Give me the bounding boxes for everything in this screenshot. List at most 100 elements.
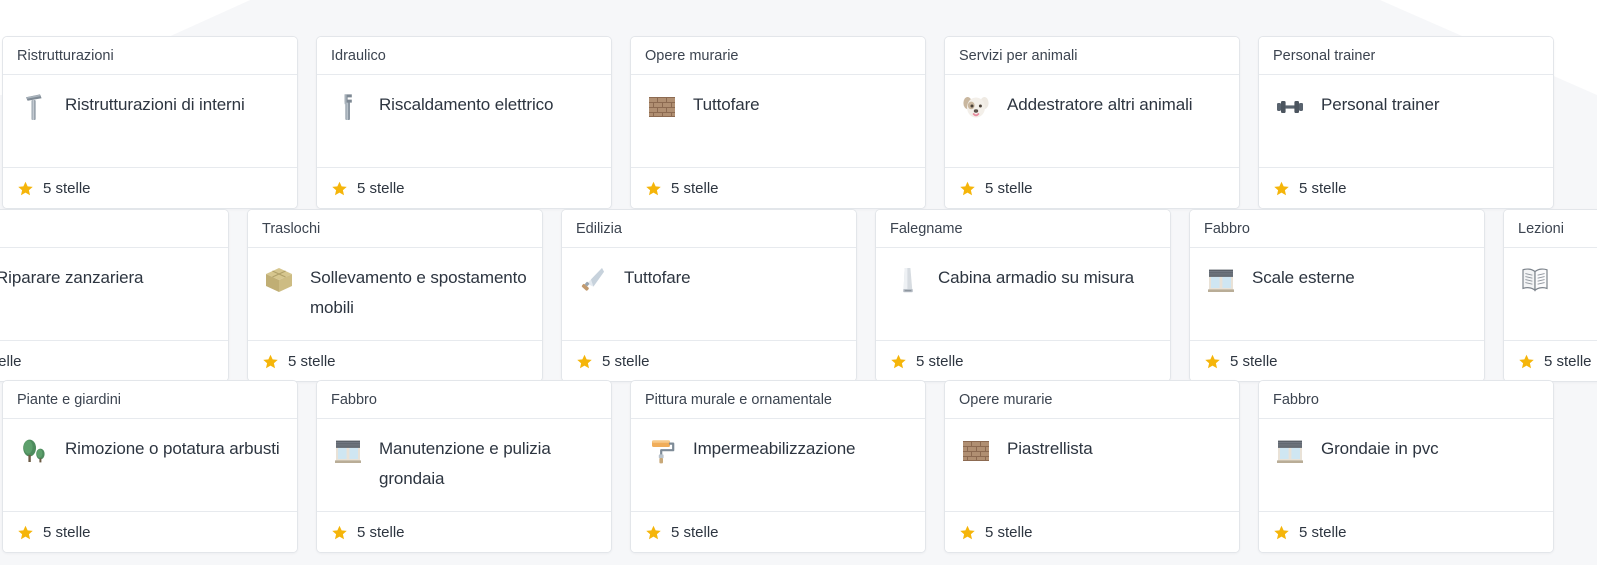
service-row-1[interactable]: Riparare zanzariera 5 stelle Traslochi Soll… — [0, 209, 1597, 382]
card-body: Grondaie in pvc — [1259, 419, 1553, 512]
service-card[interactable]: Pittura murale e ornamentale Impermeabili… — [630, 380, 926, 553]
star-icon — [331, 180, 348, 197]
card-rating-footer: 5 stelle — [631, 512, 925, 552]
card-rating-footer: 5 stelle — [317, 168, 611, 208]
card-category-label: Lezioni — [1518, 220, 1564, 237]
card-rating-label: 5 stelle — [1544, 352, 1592, 370]
service-card[interactable]: Fabbro Scale esterne 5 stelle — [1189, 209, 1485, 382]
service-card[interactable]: Riparare zanzariera 5 stelle — [0, 209, 229, 382]
card-rating-footer: 5 stelle — [945, 512, 1239, 552]
service-row-2[interactable]: Piante e giardini Rimozione o potatura ar… — [2, 380, 1554, 553]
service-card[interactable]: Idraulico Riscaldamento elettrico 5 stelle — [316, 36, 612, 209]
card-rating-footer: 5 stelle — [1504, 341, 1597, 381]
card-category-label: Traslochi — [262, 220, 321, 237]
card-service-title: Tuttofare — [693, 95, 760, 114]
star-icon — [17, 524, 34, 541]
card-service-title: Ristrutturazioni di interni — [65, 95, 245, 114]
card-service-title: Riparare zanzariera — [0, 268, 144, 287]
card-service-title: Addestratore altri animali — [1007, 95, 1193, 114]
card-category-label: Falegname — [890, 220, 963, 237]
card-rating-footer: 5 stelle — [3, 168, 297, 208]
card-category-header: Fabbro — [1259, 381, 1553, 419]
card-rating-label: 5 stelle — [602, 352, 650, 370]
card-body: Tuttofare — [631, 75, 925, 168]
open-book-icon — [1518, 263, 1552, 297]
star-icon — [17, 180, 34, 197]
star-icon — [331, 524, 348, 541]
card-rating-footer: 5 stelle — [562, 341, 856, 381]
service-row-0[interactable]: Ristrutturazioni Ristrutturazioni di inte… — [2, 36, 1554, 209]
card-rating-footer: 5 stelle — [631, 168, 925, 208]
window-shutter-icon — [1204, 263, 1238, 297]
card-service-title: Rimozione o potatura arbusti — [65, 439, 280, 458]
card-service-title: Tuttofare — [624, 268, 691, 287]
service-card[interactable]: Servizi per animali Addestratore altri an… — [944, 36, 1240, 209]
card-category-header: Opere murarie — [945, 381, 1239, 419]
card-rating-label: 5 stelle — [0, 352, 22, 370]
card-category-header: Fabbro — [317, 381, 611, 419]
service-card[interactable]: Ristrutturazioni Ristrutturazioni di inte… — [2, 36, 298, 209]
card-rating-label: 5 stelle — [985, 523, 1033, 541]
card-category-label: Idraulico — [331, 47, 386, 64]
card-category-label: Piante e giardini — [17, 391, 121, 408]
card-category-label: Edilizia — [576, 220, 622, 237]
service-card[interactable]: Traslochi Sollevamento e spostamento mobi… — [247, 209, 543, 382]
service-card[interactable]: Opere murarie Piastrellista 5 stelle — [944, 380, 1240, 553]
star-icon — [1273, 180, 1290, 197]
card-service-title: Cabina armadio su misura — [938, 268, 1135, 287]
card-service-title: Personal trainer — [1321, 95, 1440, 114]
card-service-title: Scale esterne — [1252, 268, 1355, 287]
card-category-header: Falegname — [876, 210, 1170, 248]
card-category-header: Servizi per animali — [945, 37, 1239, 75]
card-category-label: Fabbro — [331, 391, 377, 408]
card-category-label: Fabbro — [1204, 220, 1250, 237]
service-card[interactable]: Personal trainer Personal trainer 5 stelle — [1258, 36, 1554, 209]
star-icon — [576, 353, 593, 370]
pipe-wrench-icon — [331, 90, 365, 124]
card-body: Manutenzione e pulizia grondaia — [317, 419, 611, 512]
card-body: Riscaldamento elettrico — [317, 75, 611, 168]
service-card[interactable]: Fabbro Manutenzione e pulizia grondaia 5 s… — [316, 380, 612, 553]
trees-icon — [17, 434, 51, 468]
star-icon — [890, 353, 907, 370]
package-box-icon — [262, 263, 296, 297]
card-category-header: Piante e giardini — [3, 381, 297, 419]
service-card[interactable]: Piante e giardini Rimozione o potatura ar… — [2, 380, 298, 553]
card-rating-label: 5 stelle — [357, 179, 405, 197]
star-icon — [959, 180, 976, 197]
card-service-title: Sollevamento e spostamento mobili — [310, 268, 527, 317]
service-card[interactable]: Falegname Cabina armadio su misura 5 stell… — [875, 209, 1171, 382]
card-category-label: Opere murarie — [645, 47, 739, 64]
card-category-header: Pittura murale e ornamentale — [631, 381, 925, 419]
card-rating-label: 5 stelle — [671, 523, 719, 541]
card-rating-label: 5 stelle — [43, 523, 91, 541]
service-card[interactable]: Edilizia Tuttofare 5 stelle — [561, 209, 857, 382]
star-icon — [645, 180, 662, 197]
dog-face-icon — [959, 90, 993, 124]
trowel-icon — [576, 263, 610, 297]
service-card[interactable]: Opere murarie Tuttofare 5 stelle — [630, 36, 926, 209]
dumbbell-icon — [1273, 90, 1307, 124]
card-category-header: Edilizia — [562, 210, 856, 248]
card-rating-label: 5 stelle — [288, 352, 336, 370]
service-card[interactable]: Fabbro Grondaie in pvc 5 stelle — [1258, 380, 1554, 553]
card-rating-label: 5 stelle — [43, 179, 91, 197]
card-category-label: Ristrutturazioni — [17, 47, 114, 64]
window-shutter-icon — [331, 434, 365, 468]
card-rating-label: 5 stelle — [985, 179, 1033, 197]
card-body: Impermeabilizzazione — [631, 419, 925, 512]
card-rating-footer: 5 stelle — [1259, 168, 1553, 208]
wardrobe-icon — [890, 263, 924, 297]
card-category-header: Ristrutturazioni — [3, 37, 297, 75]
star-icon — [1273, 524, 1290, 541]
card-category-header: Personal trainer — [1259, 37, 1553, 75]
card-service-title: Grondaie in pvc — [1321, 439, 1439, 458]
card-service-title: Riscaldamento elettrico — [379, 95, 554, 114]
brick-wall-icon — [645, 90, 679, 124]
card-rating-footer: 5 stelle — [1259, 512, 1553, 552]
card-service-title: Impermeabilizzazione — [693, 439, 856, 458]
card-category-label: Opere murarie — [959, 391, 1053, 408]
service-card[interactable]: Lezioni 5 stelle — [1503, 209, 1597, 382]
card-body: Scale esterne — [1190, 248, 1484, 341]
card-rating-footer: 5 stelle — [1190, 341, 1484, 381]
